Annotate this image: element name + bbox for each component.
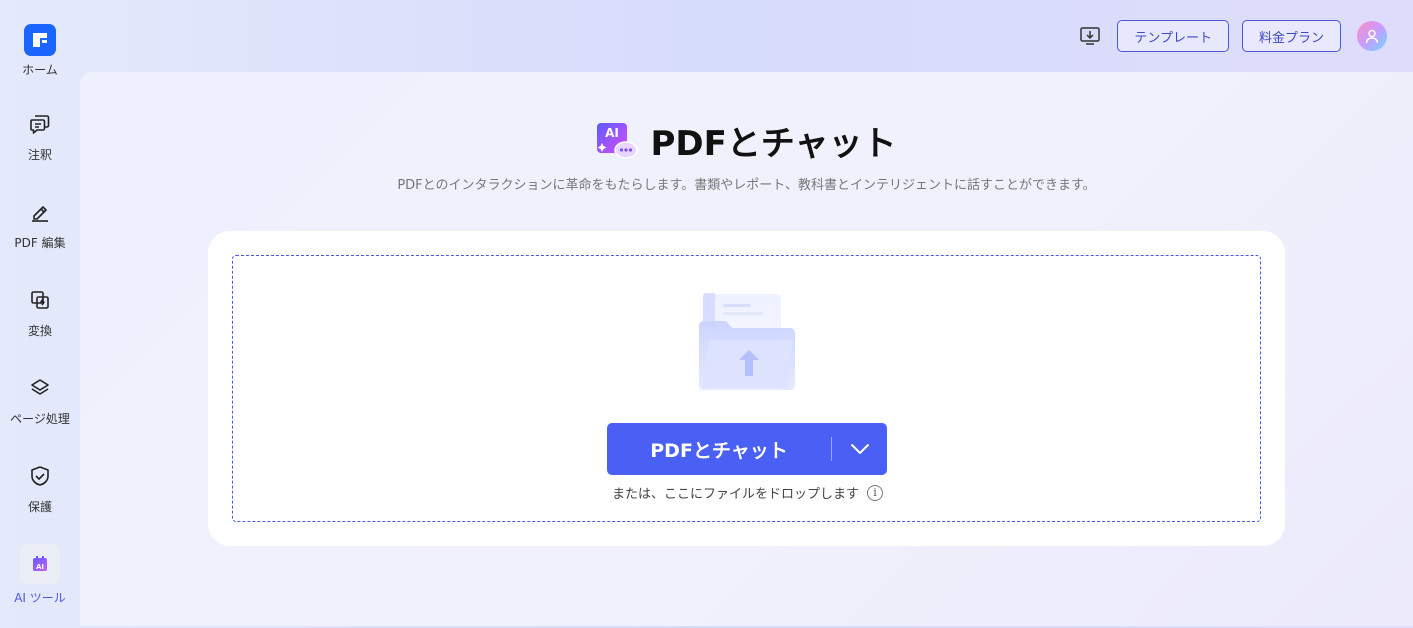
main-panel: AI PDFとチャット PDFとのインタラクションに革命をもたらします。書類やレ… xyxy=(80,72,1413,626)
sidebar-item-label: 保護 xyxy=(27,500,52,514)
sidebar-item-label: 変換 xyxy=(27,324,52,338)
sidebar-item-label: ホーム xyxy=(22,63,58,77)
sidebar-item-home[interactable]: ホーム xyxy=(0,24,80,104)
chat-with-pdf-label: PDFとチャット xyxy=(650,439,788,462)
convert-icon xyxy=(24,284,56,316)
sidebar-item-label: ページ処理 xyxy=(10,412,70,426)
sidebar-item-annotate[interactable]: 注釈 xyxy=(0,108,80,188)
ai-chat-icon: AI xyxy=(597,122,639,159)
sidebar-item-label: AI ツール xyxy=(14,591,66,605)
sidebar-item-label: 注釈 xyxy=(27,148,52,162)
download-monitor-icon[interactable] xyxy=(1076,22,1104,50)
upload-card: PDFとチャット または、ここにファイルをドロップします i xyxy=(208,231,1285,546)
sidebar-item-ai-tools[interactable]: AI AI ツール xyxy=(0,544,80,624)
svg-text:AI: AI xyxy=(36,563,44,571)
title-row: AI PDFとチャット xyxy=(80,116,1413,165)
comment-icon xyxy=(24,108,56,140)
chat-with-pdf-button[interactable]: PDFとチャット xyxy=(607,423,887,475)
sidebar-item-pdf-edit[interactable]: PDF 編集 xyxy=(0,196,80,276)
edit-pen-icon xyxy=(24,196,56,228)
layers-icon xyxy=(24,372,56,404)
sidebar-item-page-process[interactable]: ページ処理 xyxy=(0,372,80,452)
file-dropzone[interactable]: PDFとチャット または、ここにファイルをドロップします i xyxy=(232,255,1261,522)
folder-upload-icon xyxy=(699,293,795,390)
user-avatar-icon[interactable] xyxy=(1357,21,1387,51)
info-icon[interactable]: i xyxy=(867,484,883,501)
sidebar: ホーム 注釈 PDF 編集 変換 ページ処理 保護 AI AI ツール xyxy=(0,0,80,628)
ai-tool-icon: AI xyxy=(20,544,60,584)
topbar: テンプレート 料金プラン xyxy=(1076,20,1387,52)
page-title: PDFとチャット xyxy=(650,124,897,164)
pricing-button[interactable]: 料金プラン xyxy=(1241,20,1341,52)
svg-text:AI: AI xyxy=(606,126,620,140)
app-logo-icon xyxy=(24,24,56,56)
sidebar-item-protect[interactable]: 保護 xyxy=(0,460,80,540)
page-subtitle: PDFとのインタラクションに革命をもたらします。書類やレポート、教科書とインテリ… xyxy=(397,178,1096,193)
sidebar-item-label: PDF 編集 xyxy=(14,236,66,250)
sidebar-item-convert[interactable]: 変換 xyxy=(0,284,80,364)
drop-hint-text: または、ここにファイルをドロップします xyxy=(611,487,859,502)
template-button[interactable]: テンプレート xyxy=(1117,20,1229,52)
shield-check-icon xyxy=(24,460,56,492)
chevron-down-icon[interactable] xyxy=(832,423,887,475)
drop-hint: または、ここにファイルをドロップします i xyxy=(233,483,1262,502)
